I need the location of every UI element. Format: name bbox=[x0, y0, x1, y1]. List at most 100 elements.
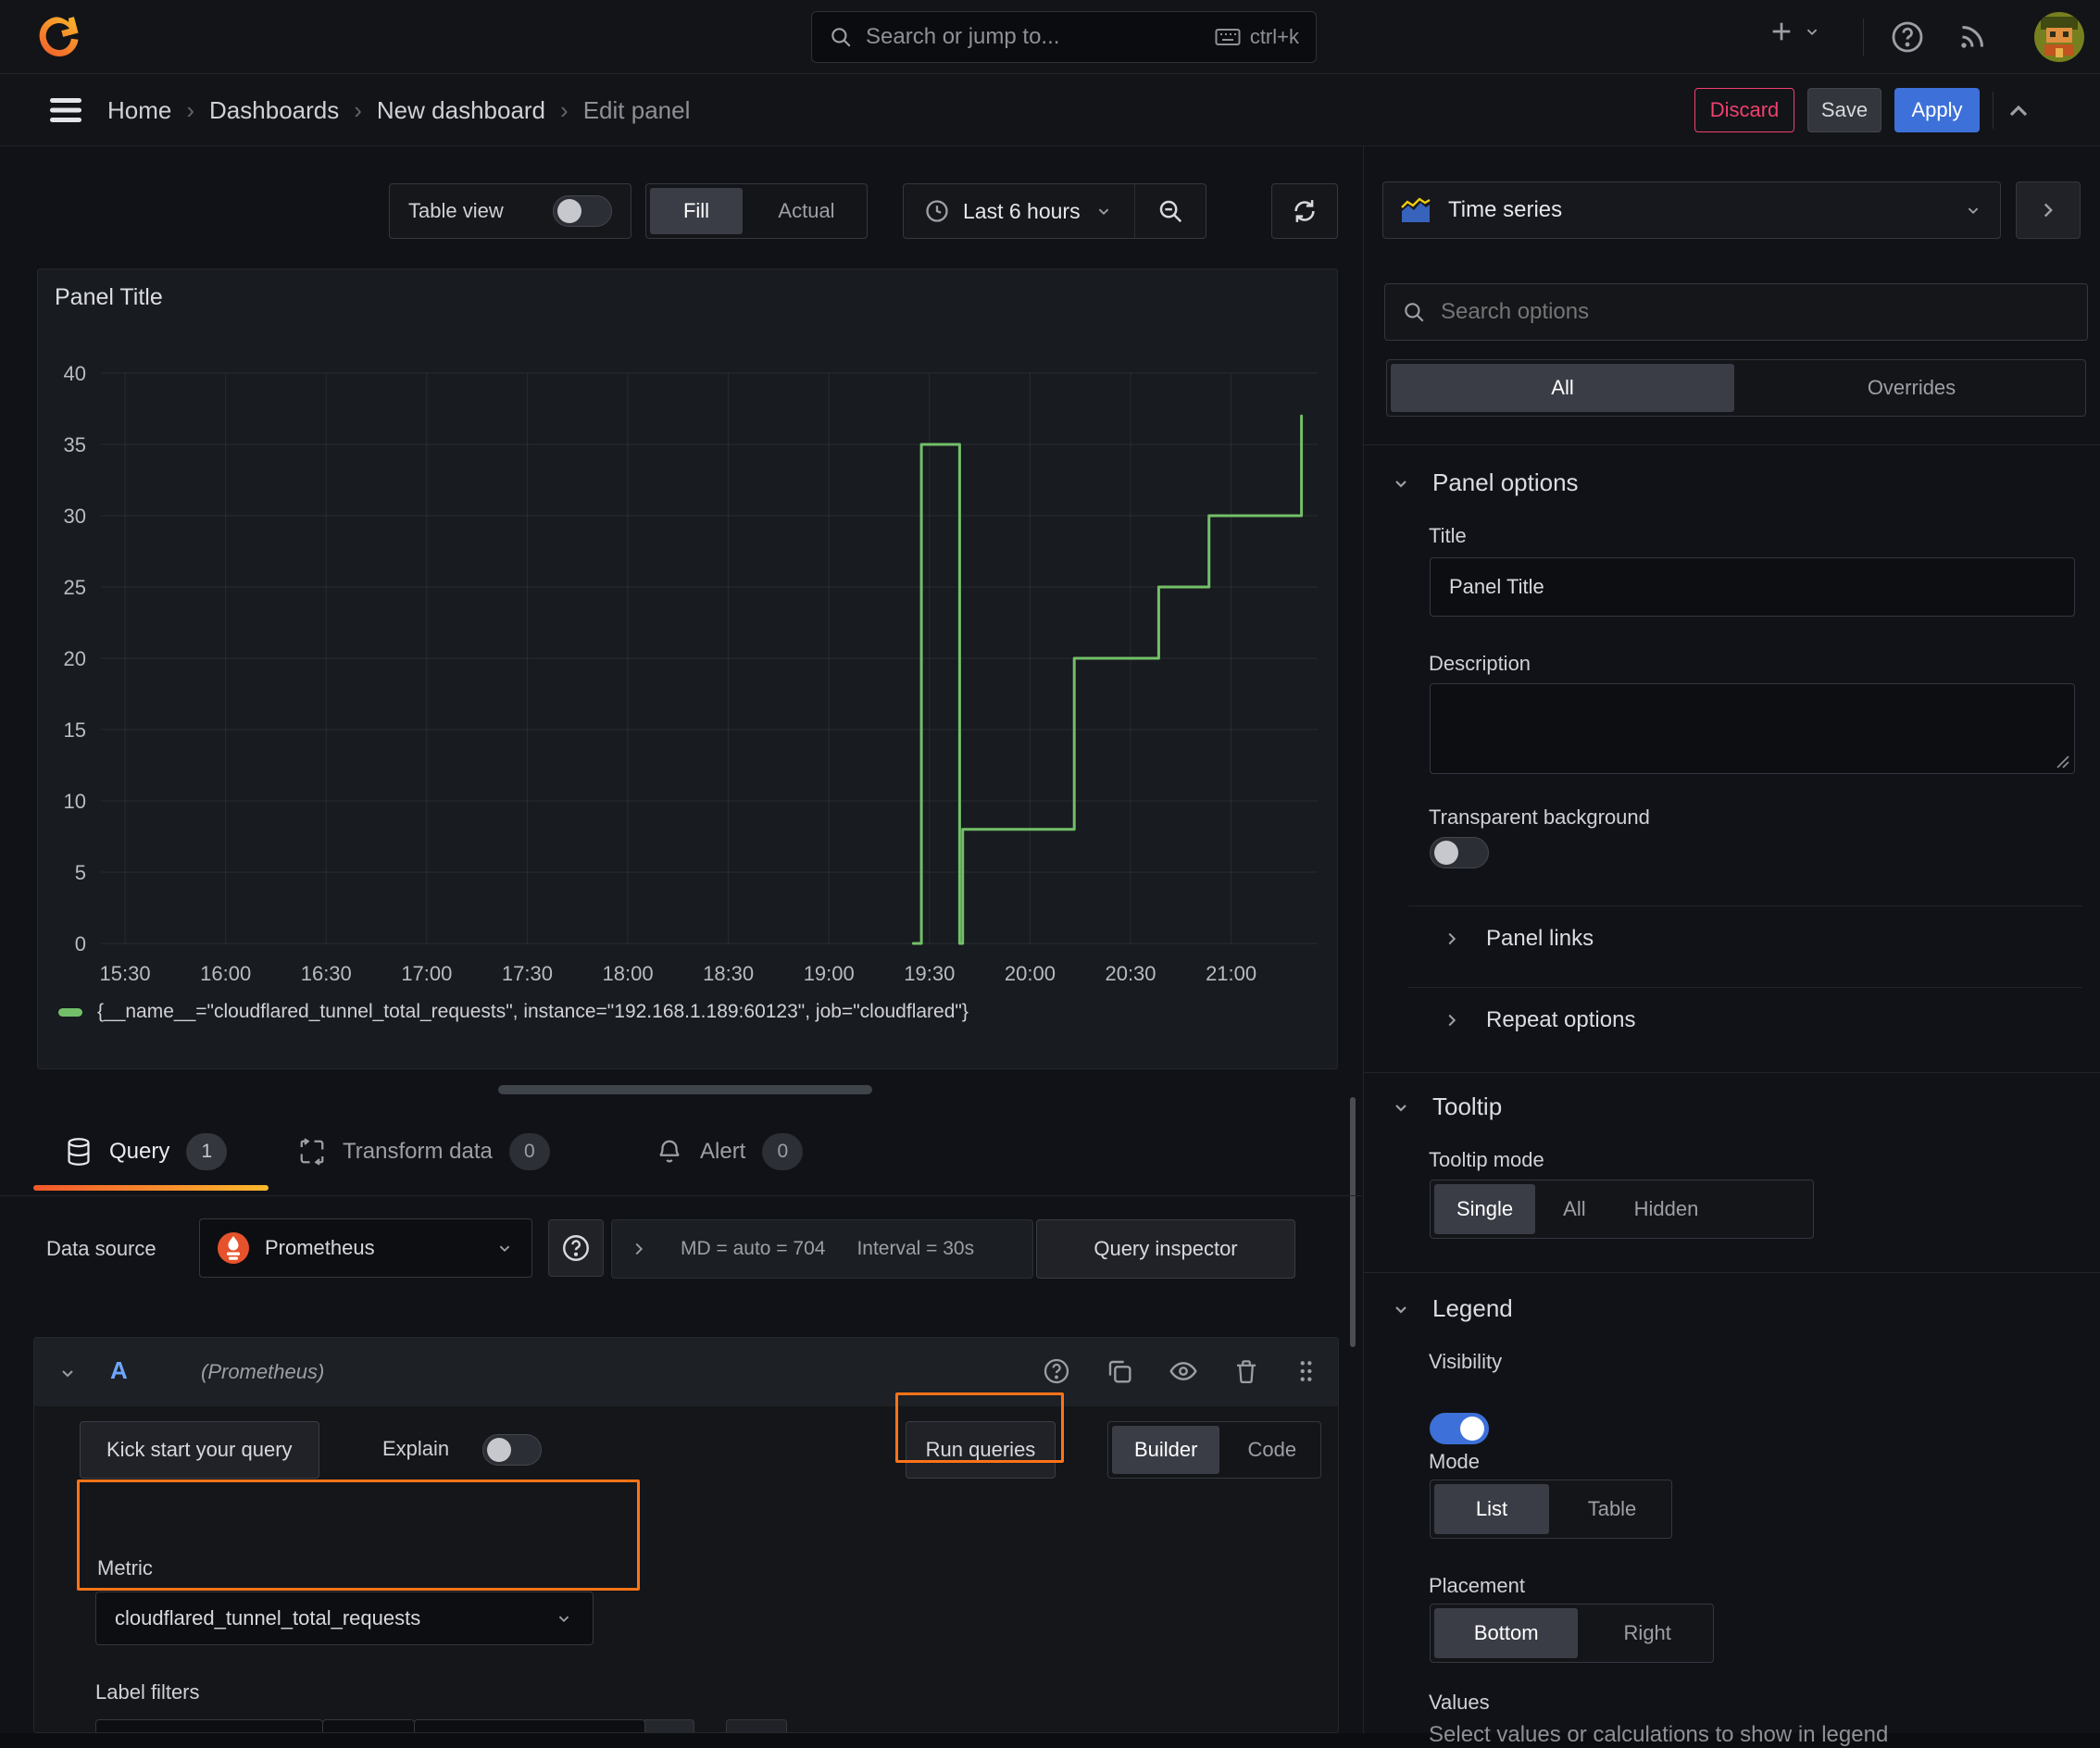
resize-handle-icon[interactable] bbox=[2055, 754, 2069, 768]
hide-response-eye-icon[interactable] bbox=[1168, 1356, 1199, 1386]
svg-text:35: 35 bbox=[64, 433, 86, 456]
kickstart-query-button[interactable]: Kick start your query bbox=[80, 1421, 319, 1479]
tooltip-mode-switch: Single All Hidden bbox=[1430, 1180, 1814, 1239]
explain-toggle[interactable] bbox=[482, 1434, 542, 1466]
time-series-chart[interactable]: 0 5 10 15 20 25 30 35 40 15:30 16:00 16:30 17:00 17:3… bbox=[47, 364, 1325, 990]
news-rss-button[interactable] bbox=[1956, 20, 1989, 54]
refresh-button[interactable] bbox=[1271, 183, 1338, 239]
transparent-background-toggle[interactable] bbox=[1430, 837, 1489, 868]
tooltip-mode-label: Tooltip mode bbox=[1429, 1148, 1544, 1171]
query-row-header[interactable]: A (Prometheus) bbox=[34, 1338, 1338, 1406]
search-options-box[interactable] bbox=[1384, 283, 2088, 341]
pane-splitter-handle[interactable] bbox=[498, 1085, 872, 1094]
code-option[interactable]: Code bbox=[1223, 1426, 1320, 1474]
add-filter-button[interactable] bbox=[726, 1719, 787, 1732]
breadcrumb-dashboards[interactable]: Dashboards bbox=[209, 96, 339, 125]
breadcrumb-home[interactable]: Home bbox=[107, 96, 171, 125]
chart-legend[interactable]: {__name__="cloudflared_tunnel_total_requ… bbox=[58, 1001, 969, 1023]
datasource-name: Prometheus bbox=[265, 1236, 375, 1259]
tab-query[interactable]: Query 1 bbox=[65, 1133, 228, 1170]
visualization-picker[interactable]: Time series bbox=[1382, 181, 2001, 239]
placement-bottom-option[interactable]: Bottom bbox=[1434, 1608, 1579, 1658]
duplicate-query-icon[interactable] bbox=[1105, 1356, 1134, 1386]
collapse-options-button[interactable] bbox=[2004, 96, 2033, 126]
legend-list-option[interactable]: List bbox=[1434, 1484, 1549, 1534]
chevron-right-icon[interactable] bbox=[629, 1239, 649, 1259]
legend-table-option[interactable]: Table bbox=[1553, 1484, 1671, 1534]
delete-query-trash-icon[interactable] bbox=[1232, 1356, 1260, 1386]
breadcrumb-new-dashboard[interactable]: New dashboard bbox=[377, 96, 545, 125]
select-label-dropdown[interactable]: Select label bbox=[95, 1719, 323, 1732]
time-range-picker[interactable]: Last 6 hours bbox=[904, 198, 1134, 224]
panel-title-input[interactable] bbox=[1430, 557, 2075, 617]
grafana-edit-panel-page: ctrl+k bbox=[0, 0, 2100, 1747]
time-range-group: Last 6 hours bbox=[903, 183, 1206, 239]
grafana-logo-icon[interactable] bbox=[35, 13, 83, 61]
add-menu-button[interactable] bbox=[1767, 17, 1822, 46]
tooltip-section-header[interactable]: Tooltip bbox=[1390, 1092, 1502, 1121]
metric-select[interactable]: cloudflared_tunnel_total_requests bbox=[95, 1592, 594, 1645]
legend-section-header[interactable]: Legend bbox=[1390, 1294, 1513, 1323]
legend-series-marker bbox=[58, 1007, 82, 1017]
legend-placement-switch: Bottom Right bbox=[1430, 1604, 1714, 1663]
chevron-down-icon bbox=[1806, 29, 1818, 36]
tab-overrides[interactable]: Overrides bbox=[1738, 364, 2085, 412]
tab-transform[interactable]: Transform data 0 bbox=[298, 1133, 550, 1170]
repeat-options-header[interactable]: Repeat options bbox=[1442, 1007, 1635, 1033]
panel-title[interactable]: Panel Title bbox=[55, 284, 163, 311]
drag-handle-icon[interactable] bbox=[1294, 1356, 1318, 1386]
placement-right-option[interactable]: Right bbox=[1581, 1608, 1713, 1658]
query-help-icon[interactable] bbox=[1042, 1356, 1071, 1386]
timeseries-viz-icon bbox=[1401, 197, 1431, 222]
tab-alert-label: Alert bbox=[700, 1139, 746, 1164]
hamburger-icon bbox=[50, 98, 81, 122]
fill-option[interactable]: Fill bbox=[650, 188, 743, 234]
tooltip-hidden-option[interactable]: Hidden bbox=[1610, 1184, 1723, 1234]
zoom-out-button[interactable] bbox=[1135, 197, 1206, 225]
tooltip-single-option[interactable]: Single bbox=[1434, 1184, 1536, 1234]
select-value-dropdown[interactable]: Select value bbox=[414, 1719, 645, 1732]
transparent-background-label: Transparent background bbox=[1429, 805, 1650, 829]
global-search-input[interactable] bbox=[866, 24, 1202, 50]
svg-text:25: 25 bbox=[64, 576, 86, 599]
description-label: Description bbox=[1429, 652, 1531, 675]
global-search[interactable]: ctrl+k bbox=[811, 11, 1317, 63]
actual-option[interactable]: Actual bbox=[746, 188, 867, 234]
table-view-toggle[interactable] bbox=[553, 195, 612, 227]
metric-value: cloudflared_tunnel_total_requests bbox=[115, 1606, 421, 1629]
max-data-points-stat: MD = auto = 704 bbox=[681, 1238, 826, 1259]
panel-links-header[interactable]: Panel links bbox=[1442, 926, 1594, 952]
legend-series-name[interactable]: {__name__="cloudflared_tunnel_total_requ… bbox=[97, 1001, 969, 1023]
chevron-down-icon[interactable] bbox=[56, 1362, 79, 1384]
chevron-right-icon bbox=[1448, 932, 1456, 945]
datasource-row: Data source Prometheus MD = auto = 704 I… bbox=[0, 1218, 1363, 1280]
chevron-down-icon bbox=[1098, 208, 1108, 216]
datasource-help-button[interactable] bbox=[548, 1219, 604, 1277]
description-textarea[interactable] bbox=[1430, 683, 2075, 774]
tab-alert[interactable]: Alert 0 bbox=[656, 1133, 804, 1170]
mega-menu-toggle[interactable] bbox=[48, 96, 83, 124]
tab-all[interactable]: All bbox=[1391, 364, 1734, 412]
query-stats-bar: MD = auto = 704 Interval = 30s bbox=[611, 1219, 1033, 1279]
remove-filter-button[interactable] bbox=[644, 1719, 694, 1732]
query-ref-id[interactable]: A bbox=[110, 1356, 128, 1385]
svg-text:19:30: 19:30 bbox=[904, 962, 955, 985]
operator-dropdown[interactable]: = bbox=[322, 1719, 415, 1732]
tooltip-all-option[interactable]: All bbox=[1539, 1184, 1609, 1234]
apply-button[interactable]: Apply bbox=[1894, 88, 1980, 132]
discard-button[interactable]: Discard bbox=[1694, 88, 1794, 132]
collapse-pane-button[interactable] bbox=[2016, 181, 2081, 239]
search-options-input[interactable] bbox=[1441, 299, 2070, 325]
datasource-picker[interactable]: Prometheus bbox=[199, 1218, 532, 1278]
user-avatar[interactable] bbox=[2033, 11, 2085, 63]
legend-visibility-toggle[interactable] bbox=[1430, 1413, 1489, 1444]
save-button[interactable]: Save bbox=[1807, 88, 1881, 132]
visibility-label: Visibility bbox=[1429, 1350, 1503, 1373]
panel-options-header[interactable]: Panel options bbox=[1390, 468, 1579, 497]
query-inspector-button[interactable]: Query inspector bbox=[1036, 1219, 1295, 1279]
svg-text:15: 15 bbox=[64, 718, 86, 742]
help-button[interactable] bbox=[1889, 19, 1926, 56]
builder-option[interactable]: Builder bbox=[1112, 1426, 1220, 1474]
tab-query-count: 1 bbox=[186, 1133, 228, 1170]
chevron-down-icon bbox=[1395, 1305, 1406, 1314]
